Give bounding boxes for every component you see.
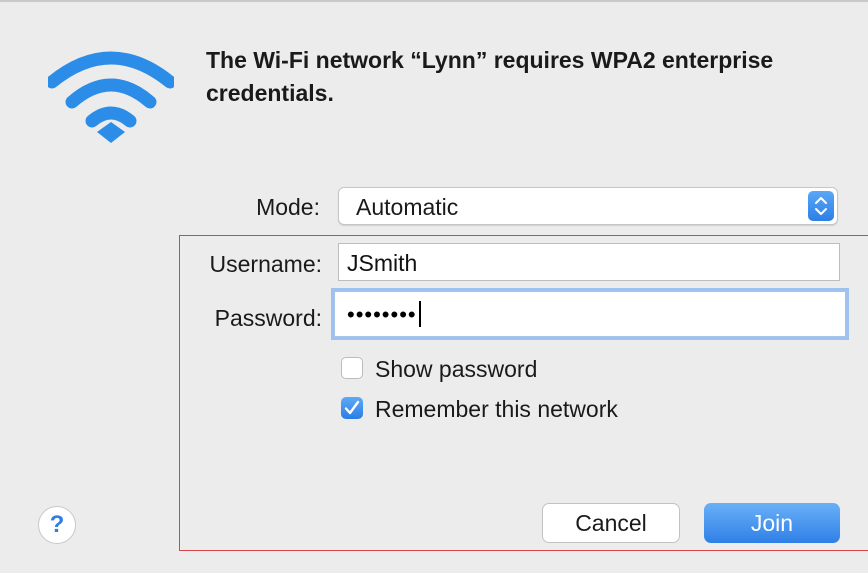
username-value: JSmith bbox=[347, 250, 418, 276]
wifi-icon bbox=[45, 50, 177, 146]
show-password-checkbox[interactable] bbox=[341, 357, 363, 379]
remember-network-checkbox[interactable] bbox=[341, 397, 363, 419]
dialog-title: The Wi-Fi network “Lynn” requires WPA2 e… bbox=[206, 47, 774, 106]
help-button[interactable]: ? bbox=[38, 506, 76, 544]
username-label: Username: bbox=[209, 251, 322, 277]
window-top-border bbox=[0, 0, 868, 2]
text-cursor bbox=[418, 301, 421, 328]
show-password-label[interactable]: Show password bbox=[375, 356, 537, 383]
mode-label: Mode: bbox=[256, 194, 320, 220]
mode-select[interactable]: Automatic bbox=[338, 187, 838, 225]
password-masked-text: •••••••• bbox=[347, 302, 417, 327]
join-button[interactable]: Join bbox=[704, 503, 840, 543]
remember-network-label[interactable]: Remember this network bbox=[375, 396, 618, 423]
password-value: •••••••• bbox=[347, 301, 421, 329]
cancel-button[interactable]: Cancel bbox=[542, 503, 680, 543]
password-field[interactable]: •••••••• bbox=[334, 291, 846, 337]
password-label: Password: bbox=[214, 305, 322, 331]
checkmark-icon bbox=[344, 400, 360, 415]
username-field[interactable]: JSmith bbox=[338, 243, 840, 281]
chevron-up-down-icon[interactable] bbox=[808, 191, 834, 221]
mode-value: Automatic bbox=[356, 194, 459, 220]
